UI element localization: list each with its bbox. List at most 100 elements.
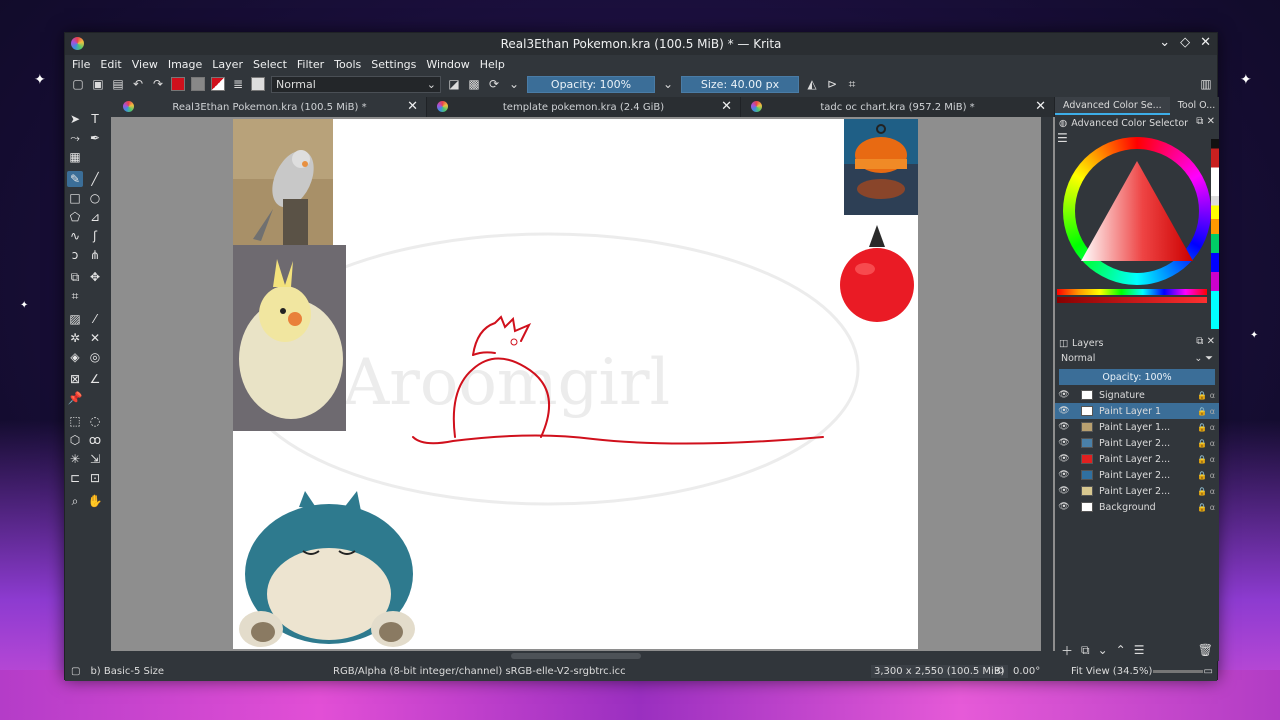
- colorize-mask-icon[interactable]: ✲: [67, 330, 83, 346]
- color-swap-icon[interactable]: [211, 77, 225, 91]
- menu-window[interactable]: Window: [426, 58, 469, 71]
- blend-mode-select[interactable]: Normal ⌄: [271, 75, 441, 93]
- visibility-icon[interactable]: 👁: [1057, 422, 1071, 432]
- menu-layer[interactable]: Layer: [212, 58, 243, 71]
- layer-properties-icon[interactable]: ☰: [1134, 643, 1145, 657]
- polygon-tool-icon[interactable]: ⬠: [67, 209, 83, 225]
- layer-row[interactable]: 👁 Signature 🔒 α: [1055, 387, 1219, 403]
- similar-select-icon[interactable]: ⇲: [87, 451, 103, 467]
- gradient-swatch[interactable]: [171, 77, 185, 91]
- tab-template-pokemon[interactable]: template pokemon.kra (2.4 GiB) ✕: [427, 97, 741, 117]
- menu-settings[interactable]: Settings: [371, 58, 416, 71]
- close-tab-icon[interactable]: ✕: [721, 99, 732, 114]
- menu-edit[interactable]: Edit: [100, 58, 121, 71]
- rectangle-tool-icon[interactable]: □: [67, 190, 83, 206]
- dynamic-brush-icon[interactable]: ↄ: [67, 247, 83, 263]
- magnetic-select-icon[interactable]: ⊡: [87, 470, 103, 486]
- hue-bar[interactable]: [1057, 289, 1207, 295]
- menu-filter[interactable]: Filter: [297, 58, 324, 71]
- layer-lock-icon[interactable]: 🔒 α: [1197, 407, 1215, 416]
- canvas-page[interactable]: Aroomgirl: [233, 119, 918, 649]
- save-icon[interactable]: ▤: [111, 77, 125, 91]
- redo-icon[interactable]: ↷: [151, 77, 165, 91]
- layer-row[interactable]: 👁 Paint Layer 2... 🔒 α: [1055, 435, 1219, 451]
- opacity-slider[interactable]: Opacity: 100%: [527, 75, 655, 93]
- close-icon[interactable]: ✕: [1200, 35, 1211, 50]
- measure-tool-icon[interactable]: ∠: [87, 371, 103, 387]
- pan-tool-icon[interactable]: ✋: [87, 493, 103, 509]
- maximize-icon[interactable]: ◇: [1180, 35, 1190, 50]
- freehand-brush-icon[interactable]: ✎: [67, 171, 83, 187]
- transform-tool-icon[interactable]: ⧉: [67, 269, 83, 285]
- visibility-icon[interactable]: 👁: [1057, 486, 1071, 496]
- layer-lock-icon[interactable]: 🔒 α: [1197, 503, 1215, 512]
- vertical-scrollbar[interactable]: [1041, 117, 1053, 651]
- reload-preset-icon[interactable]: ⟳: [487, 77, 501, 91]
- close-tab-icon[interactable]: ✕: [407, 99, 418, 114]
- pattern-swatch[interactable]: [191, 77, 205, 91]
- minimize-icon[interactable]: ⌄: [1159, 35, 1170, 50]
- pattern-edit-icon[interactable]: ▦: [67, 149, 83, 165]
- menu-file[interactable]: File: [72, 58, 90, 71]
- chevron-down-icon[interactable]: ⌄: [661, 77, 675, 91]
- fullscreen-icon[interactable]: ▭: [1204, 666, 1213, 677]
- freehand-select-icon[interactable]: ꝏ: [87, 432, 103, 448]
- layer-opacity-slider[interactable]: Opacity: 100%: [1059, 369, 1215, 385]
- undo-icon[interactable]: ↶: [131, 77, 145, 91]
- alpha-lock-icon[interactable]: ▩: [467, 77, 481, 91]
- close-tab-icon[interactable]: ✕: [1035, 99, 1046, 114]
- zoom-tool-icon[interactable]: ⌕: [67, 493, 83, 509]
- layer-row[interactable]: 👁 Paint Layer 2... 🔒 α: [1055, 483, 1219, 499]
- tab-advanced-color-selector[interactable]: Advanced Color Se...: [1055, 97, 1170, 115]
- panel-close-icon[interactable]: ⧉ ✕: [1196, 336, 1215, 347]
- layer-lock-icon[interactable]: 🔒 α: [1197, 487, 1215, 496]
- bezier-tool-icon[interactable]: ∿: [67, 228, 83, 244]
- calligraphy-icon[interactable]: ✒: [87, 130, 103, 146]
- polygon-select-icon[interactable]: ⬡: [67, 432, 83, 448]
- magic-wand-icon[interactable]: ✳: [67, 451, 83, 467]
- size-slider[interactable]: Size: 40.00 px: [681, 75, 799, 93]
- menu-tools[interactable]: Tools: [334, 58, 361, 71]
- smart-patch-icon[interactable]: ✕: [87, 330, 103, 346]
- gradient-tool-icon[interactable]: ▨: [67, 311, 83, 327]
- recent-colors-strip[interactable]: [1211, 139, 1219, 329]
- panel-close-icon[interactable]: ⧉ ✕: [1196, 116, 1215, 127]
- scroll-thumb[interactable]: [511, 653, 641, 659]
- eraser-icon[interactable]: ◪: [447, 77, 461, 91]
- visibility-icon[interactable]: 👁: [1057, 406, 1071, 416]
- reference-tool-icon[interactable]: 📌: [67, 390, 83, 406]
- tab-real3ethan-pokemon[interactable]: Real3Ethan Pokemon.kra (100.5 MiB) * ✕: [113, 97, 427, 117]
- layer-row[interactable]: 👁 Paint Layer 2... 🔒 α: [1055, 467, 1219, 483]
- fill-tool-icon[interactable]: ◈: [67, 349, 83, 365]
- polyline-tool-icon[interactable]: ⊿: [87, 209, 103, 225]
- new-document-icon[interactable]: ▢: [71, 77, 85, 91]
- enclose-fill-icon[interactable]: ◎: [87, 349, 103, 365]
- menu-help[interactable]: Help: [480, 58, 505, 71]
- layer-blend-select[interactable]: Normal ⌄ ⏷: [1059, 353, 1215, 367]
- value-bar[interactable]: [1057, 297, 1207, 303]
- visibility-icon[interactable]: 👁: [1057, 390, 1071, 400]
- layer-row[interactable]: 👁 Paint Layer 2... 🔒 α: [1055, 451, 1219, 467]
- layer-row[interactable]: 👁 Paint Layer 1... 🔒 α: [1055, 419, 1219, 435]
- visibility-icon[interactable]: 👁: [1057, 470, 1071, 480]
- selector-settings-icon[interactable]: ☰: [1057, 131, 1068, 145]
- visibility-icon[interactable]: 👁: [1057, 438, 1071, 448]
- move-up-icon[interactable]: ⌃: [1116, 643, 1126, 657]
- mirror-horizontal-icon[interactable]: ◭: [805, 77, 819, 91]
- select-shapes-icon[interactable]: ➤: [67, 111, 83, 127]
- layer-lock-icon[interactable]: 🔒 α: [1197, 423, 1215, 432]
- open-folder-icon[interactable]: ▣: [91, 77, 105, 91]
- ellipse-tool-icon[interactable]: ○: [87, 190, 103, 206]
- assistant-tool-icon[interactable]: ⊠: [67, 371, 83, 387]
- horizontal-scrollbar[interactable]: [111, 651, 1055, 661]
- bezier-select-icon[interactable]: ⊏: [67, 470, 83, 486]
- edit-shapes-icon[interactable]: ⤳: [67, 130, 83, 146]
- visibility-icon[interactable]: 👁: [1057, 454, 1071, 464]
- layer-lock-icon[interactable]: 🔒 α: [1197, 391, 1215, 400]
- zoom-value[interactable]: Fit View (34.5%): [1071, 666, 1152, 677]
- layer-lock-icon[interactable]: 🔒 α: [1197, 439, 1215, 448]
- duplicate-layer-icon[interactable]: ⧉: [1081, 643, 1090, 658]
- delete-layer-icon[interactable]: 🗑: [1198, 643, 1213, 657]
- line-tool-icon[interactable]: ╱: [87, 171, 103, 187]
- rotation-icon[interactable]: ⟲: [995, 666, 1003, 677]
